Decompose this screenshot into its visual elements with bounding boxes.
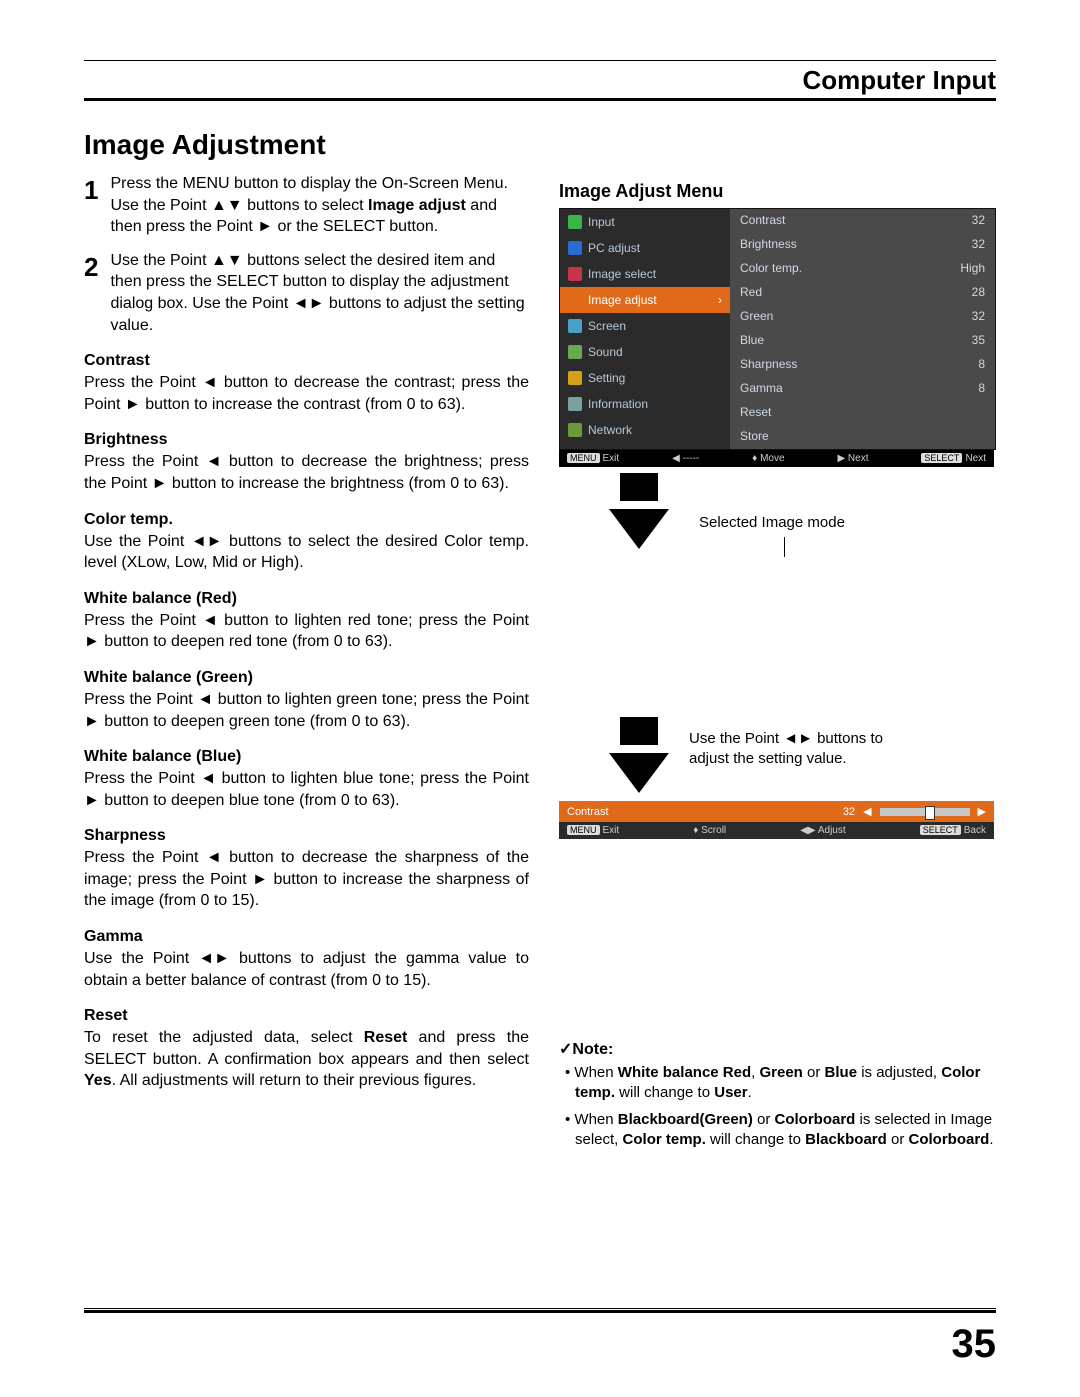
osd-item-label: Setting (588, 371, 625, 385)
right-column: Image Adjust Menu Input PC adjust Image se… (559, 173, 996, 1156)
osd-item-label: Image adjust (588, 293, 657, 307)
slider-footer: MENUExit ♦ Scroll ◀▶ Adjust SELECTBack (559, 822, 994, 839)
item-head: White balance (Green) (84, 669, 529, 687)
osd-menu-item: Sound (560, 339, 730, 365)
osd-menu-item: Screen (560, 313, 730, 339)
item-head: White balance (Blue) (84, 748, 529, 766)
menu-icon (568, 423, 582, 437)
osd-value-row: Blue35 (730, 329, 995, 353)
slider-bar: Contrast 32 ◀ ▶ (559, 801, 994, 822)
osd-menu-item: PC adjust (560, 235, 730, 261)
note-bullet: When Blackboard(Green) or Colorboard is … (575, 1110, 996, 1151)
step-number: 2 (84, 250, 98, 336)
osd-item-label: Input (588, 215, 615, 229)
rule-top (84, 60, 996, 61)
osd-value-row: Brightness32 (730, 233, 995, 257)
osd-item-label: Image select (588, 267, 656, 281)
menu-icon (568, 345, 582, 359)
menu-icon (568, 293, 582, 307)
note-block: ✓Note: When White balance Red, Green or … (559, 1039, 996, 1150)
pointer-line (784, 537, 785, 557)
item-text: Press the Point ◄ button to lighten red … (84, 610, 529, 653)
osd-item-label: Sound (588, 345, 623, 359)
header-title: Computer Input (84, 65, 996, 96)
reset-head: Reset (84, 1007, 529, 1025)
slider-value: 32 (843, 806, 855, 818)
osd-value-row: Store (730, 425, 995, 449)
manual-page: Computer Input Image Adjustment 1 Press … (0, 0, 1080, 1397)
osd-value-row: Reset (730, 401, 995, 425)
arrow-down-1 (559, 473, 669, 557)
slider-label: Contrast (567, 806, 609, 818)
reset-text: To reset the adjusted data, select Reset… (84, 1027, 529, 1092)
osd-item-label: PC adjust (588, 241, 640, 255)
osd-menu-item: Input (560, 209, 730, 235)
osd-menu-item: Setting (560, 365, 730, 391)
slider-track (880, 808, 970, 816)
item-head: Sharpness (84, 827, 529, 845)
menu-icon (568, 397, 582, 411)
osd-value-row: Color temp.High (730, 257, 995, 281)
page-number: 35 (952, 1322, 997, 1367)
arrow-down-2 (559, 717, 669, 801)
chevron-right-icon: › (718, 293, 722, 307)
step-text: Use the Point ▲▼ buttons select the desi… (110, 250, 529, 336)
osd-value-row: Green32 (730, 305, 995, 329)
menu-icon (568, 371, 582, 385)
menu-icon (568, 215, 582, 229)
osd-value-row: Gamma8 (730, 377, 995, 401)
item-text: Press the Point ◄ button to lighten blue… (84, 768, 529, 811)
osd-menu: Input PC adjust Image select Image adjust ›… (559, 208, 996, 450)
osd-item-label: Information (588, 397, 648, 411)
step-1: 1 Press the MENU button to display the O… (84, 173, 529, 238)
osd-value-row: Contrast32 (730, 209, 995, 233)
osd-menu-item: Image adjust › (560, 287, 730, 313)
annot-selected-mode: Selected Image mode (699, 513, 845, 533)
slider-knob (925, 806, 935, 820)
osd-left-panel: Input PC adjust Image select Image adjust ›… (560, 209, 730, 449)
menu-icon (568, 319, 582, 333)
item-text: Press the Point ◄ button to decrease the… (84, 372, 529, 415)
section-title: Image Adjustment (84, 129, 996, 161)
note-bullet: When White balance Red, Green or Blue is… (575, 1063, 996, 1104)
right-title: Image Adjust Menu (559, 181, 996, 202)
rule-thick (84, 98, 996, 101)
item-head: White balance (Red) (84, 590, 529, 608)
rule-bottom-inner (84, 1310, 996, 1313)
step-text: Press the MENU button to display the On-… (110, 173, 529, 238)
item-head: Brightness (84, 431, 529, 449)
item-text: Press the Point ◄ button to decrease the… (84, 847, 529, 912)
item-head: Gamma (84, 928, 529, 946)
osd-value-row: Sharpness8 (730, 353, 995, 377)
menu-icon (568, 267, 582, 281)
annot-adjust: Use the Point ◄► buttons to adjust the s… (689, 729, 889, 768)
osd-menu-item: Network (560, 417, 730, 443)
item-head: Contrast (84, 352, 529, 370)
osd-value-row: Red28 (730, 281, 995, 305)
note-head: ✓Note: (559, 1039, 996, 1059)
osd-menu-item: Image select (560, 261, 730, 287)
item-text: Press the Point ◄ button to decrease the… (84, 451, 529, 494)
menu-icon (568, 241, 582, 255)
osd-menu-item: Information (560, 391, 730, 417)
item-text: Use the Point ◄► buttons to select the d… (84, 531, 529, 574)
item-text: Use the Point ◄► buttons to adjust the g… (84, 948, 529, 991)
item-text: Press the Point ◄ button to lighten gree… (84, 689, 529, 732)
left-column: 1 Press the MENU button to display the O… (84, 173, 529, 1156)
osd-right-panel: Contrast32Brightness32Color temp.HighRed… (730, 209, 995, 449)
rule-bottom-outer (84, 1308, 996, 1309)
step-2: 2 Use the Point ▲▼ buttons select the de… (84, 250, 529, 336)
item-head: Color temp. (84, 511, 529, 529)
osd-item-label: Network (588, 423, 632, 437)
osd-item-label: Screen (588, 319, 626, 333)
step-number: 1 (84, 173, 98, 238)
osd-footer: MENUExit ◀ ----- ♦ Move ▶ Next SELECTNex… (559, 450, 994, 467)
